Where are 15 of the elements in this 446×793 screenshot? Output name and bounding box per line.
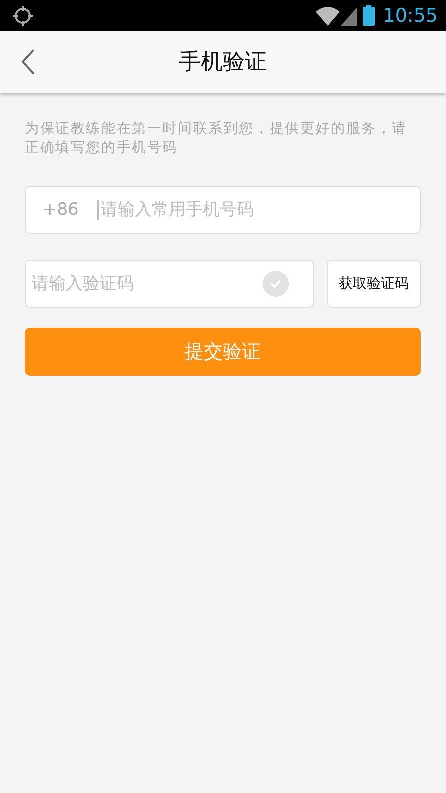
code-field[interactable]: 请输入验证码	[25, 260, 314, 308]
code-input[interactable]: 请输入验证码	[32, 274, 263, 294]
wifi-icon	[316, 6, 340, 26]
status-time: 10:55	[383, 4, 438, 26]
phone-field[interactable]: +86 请输入常用手机号码	[25, 186, 421, 234]
get-code-button[interactable]: 获取验证码	[327, 260, 421, 308]
instruction-text: 为保证教练能在第一时间联系到您，提供更好的服务，请正确填写您的手机号码	[25, 120, 408, 158]
battery-icon	[363, 5, 376, 26]
back-icon	[20, 48, 36, 76]
page-title: 手机验证	[179, 49, 267, 77]
signal-icon	[341, 6, 358, 26]
country-code: +86	[43, 200, 79, 220]
phone-input[interactable]: 请输入常用手机号码	[96, 200, 420, 220]
submit-button[interactable]: 提交验证	[25, 328, 421, 376]
gps-icon	[12, 4, 34, 26]
